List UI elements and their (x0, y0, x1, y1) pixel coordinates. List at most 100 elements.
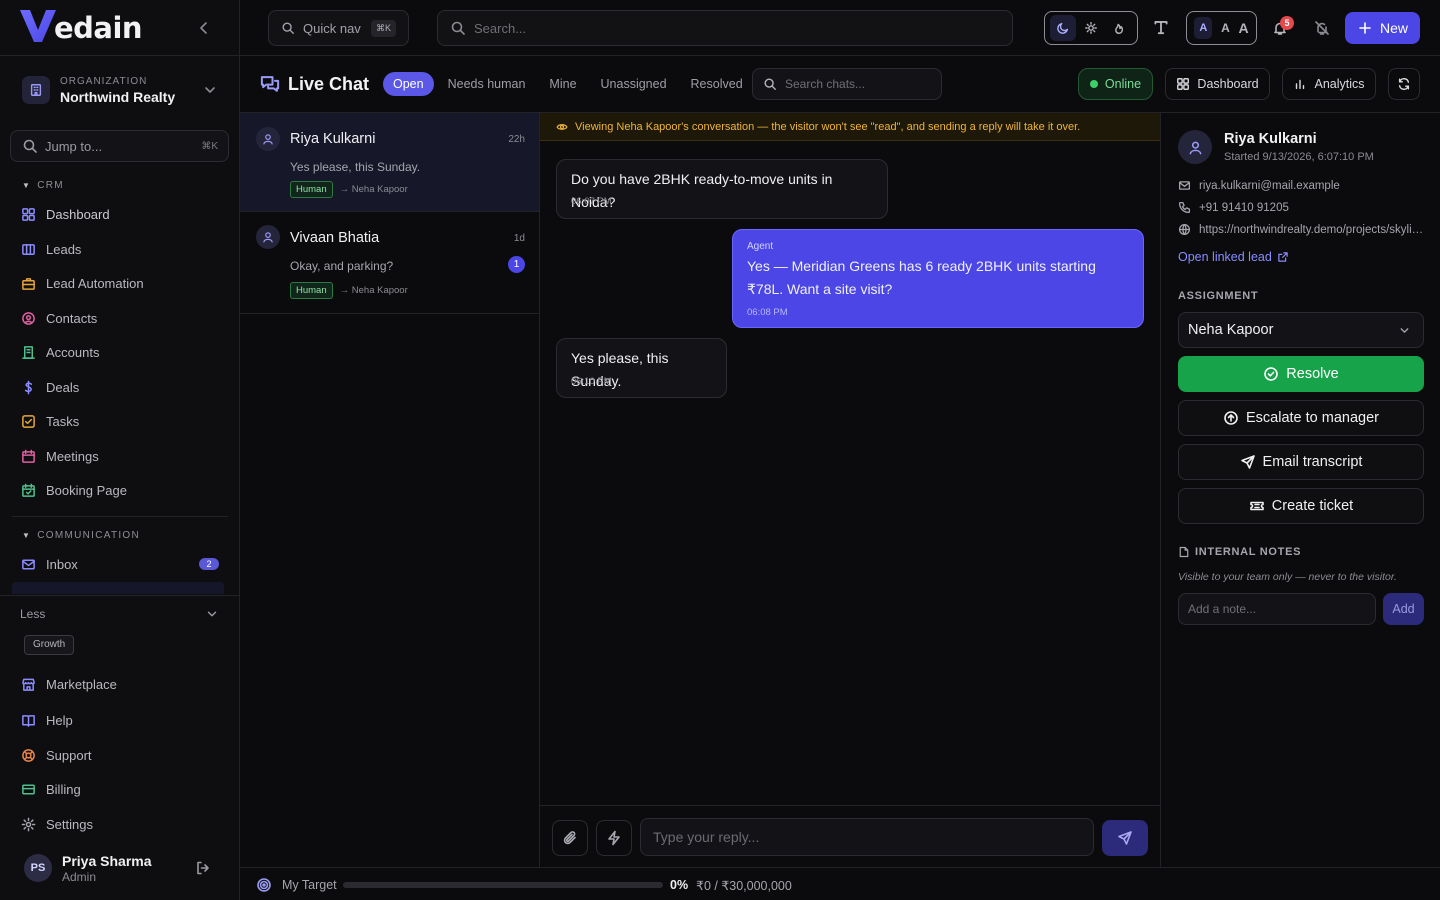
tab-needs-human[interactable]: Needs human (436, 72, 538, 96)
global-search-input[interactable] (474, 20, 974, 36)
reply-composer (540, 805, 1160, 867)
chevron-down-icon (202, 82, 218, 98)
growth-tag: Growth (24, 635, 75, 655)
chat-search-input[interactable] (785, 77, 935, 91)
crm-section-header[interactable]: ▼ CRM (22, 180, 64, 191)
attach-button[interactable] (552, 820, 588, 856)
sidebar-item-billing[interactable]: Billing (10, 773, 229, 805)
sidebar-item-contacts[interactable]: Contacts (10, 302, 229, 334)
chat-bubbles-icon (260, 74, 280, 94)
logo[interactable]: edain (18, 6, 143, 46)
conversation-item[interactable]: Riya Kulkarni 22h Yes please, this Sunda… (240, 113, 539, 212)
text-size-large[interactable]: A (1239, 20, 1249, 36)
assignee-label: → Neha Kapoor (339, 285, 408, 296)
target-amount: ₹0 / ₹30,000,000 (696, 879, 792, 893)
sidebar-item-inbox[interactable]: Inbox 2 (10, 548, 229, 580)
reply-input[interactable] (640, 818, 1094, 856)
text-style-icon[interactable] (1152, 18, 1170, 36)
logo-text: edain (54, 11, 143, 45)
sidebar-item-leads[interactable]: Leads (10, 233, 229, 265)
user-icon (256, 225, 280, 249)
resolve-button[interactable]: Resolve (1178, 356, 1424, 392)
conversation-item[interactable]: Vivaan Bhatia 1d Okay, and parking? 1 Hu… (240, 212, 539, 314)
tab-open[interactable]: Open (383, 72, 434, 96)
search-icon (23, 139, 37, 153)
tab-unassigned[interactable]: Unassigned (589, 72, 679, 96)
sun-icon[interactable] (1078, 15, 1104, 41)
logout-icon[interactable] (195, 860, 211, 876)
refresh-button[interactable] (1388, 68, 1420, 100)
chat-search[interactable] (752, 68, 942, 100)
avatar: PS (24, 854, 52, 882)
sidebar-item-deals[interactable]: Deals (10, 371, 229, 403)
open-linked-lead-link[interactable]: Open linked lead (1178, 250, 1289, 264)
sidebar-item-live-chat-partial[interactable] (12, 582, 224, 594)
sidebar-item-tasks[interactable]: Tasks (10, 405, 229, 437)
conversation-time: 22h (508, 134, 525, 145)
top-bar: Quick nav ⌘K A A A 5 New (240, 0, 1440, 56)
email-transcript-button[interactable]: Email transcript (1178, 444, 1424, 480)
tab-mine[interactable]: Mine (537, 72, 588, 96)
text-size-medium[interactable]: A (1221, 21, 1230, 35)
external-link-icon (1278, 252, 1288, 262)
sidebar-item-dashboard[interactable]: Dashboard (10, 198, 229, 230)
escalate-button[interactable]: Escalate to manager (1178, 400, 1424, 436)
sidebar-item-settings[interactable]: Settings (10, 808, 229, 840)
analytics-button[interactable]: Analytics (1282, 68, 1376, 100)
bell-off-icon[interactable] (1314, 20, 1330, 36)
collapse-sidebar-icon[interactable] (196, 20, 212, 36)
jump-to-input[interactable]: Jump to... ⌘K (10, 130, 229, 162)
notification-badge: 5 (1280, 16, 1294, 30)
conversation-name: Riya Kulkarni (290, 131, 376, 147)
message-bubble-incoming: Yes please, this Sunday. 06:10 PM (556, 338, 727, 398)
dashboard-button[interactable]: Dashboard (1165, 68, 1270, 100)
tab-resolved[interactable]: Resolved (679, 72, 755, 96)
triangle-down-icon: ▼ (22, 181, 32, 190)
assignee-select[interactable]: Neha Kapoor (1178, 312, 1424, 348)
visitor-phone: +91 91410 91205 (1178, 201, 1289, 214)
quick-reply-button[interactable] (596, 820, 632, 856)
sidebar-item-help[interactable]: Help (10, 704, 229, 736)
inbox-count-badge: 2 (199, 558, 219, 570)
sidebar-item-lead-automation[interactable]: Lead Automation (10, 267, 229, 299)
human-tag: Human (290, 282, 333, 299)
new-button[interactable]: New (1345, 12, 1420, 44)
sidebar-item-booking-page[interactable]: Booking Page (10, 474, 229, 506)
message-text: Do you have 2BHK ready-to-move units in … (571, 171, 833, 210)
online-status-toggle[interactable]: Online (1078, 68, 1153, 100)
file-icon (1179, 546, 1189, 558)
global-search[interactable] (437, 10, 1013, 46)
notes-hint: Visible to your team only — never to the… (1178, 571, 1397, 583)
user-icon (256, 127, 280, 151)
send-button[interactable] (1102, 820, 1148, 856)
search-icon (282, 22, 294, 34)
conversation-list: Riya Kulkarni 22h Yes please, this Sunda… (240, 113, 540, 867)
paperclip-icon (563, 831, 576, 845)
text-size-small[interactable]: A (1194, 17, 1213, 39)
org-switcher[interactable]: ORGANIZATION Northwind Realty (10, 66, 230, 114)
building-icon (22, 345, 35, 359)
sidebar-item-accounts[interactable]: Accounts (10, 336, 229, 368)
chat-header: Live Chat Open Needs human Mine Unassign… (240, 56, 1440, 113)
quick-nav-button[interactable]: Quick nav ⌘K (268, 10, 409, 46)
conversation-name: Vivaan Bhatia (290, 230, 380, 246)
sidebar-item-support[interactable]: Support (10, 739, 229, 771)
add-note-button[interactable]: Add (1383, 593, 1424, 625)
target-percent: 0% (670, 878, 689, 892)
flame-icon[interactable] (1106, 15, 1132, 41)
communication-section-header[interactable]: ▼ COMMUNICATION (22, 530, 140, 541)
less-toggle[interactable]: Less (0, 595, 239, 631)
columns-icon (22, 243, 35, 255)
sidebar-item-meetings[interactable]: Meetings (10, 440, 229, 472)
user-profile[interactable]: PS Priya Sharma Admin (0, 844, 239, 892)
logo-row: edain (0, 0, 239, 56)
moon-icon[interactable] (1050, 15, 1076, 41)
search-icon (764, 78, 776, 90)
sidebar-item-marketplace[interactable]: Marketplace (10, 668, 229, 700)
send-icon (1118, 831, 1132, 845)
note-input[interactable] (1178, 593, 1376, 625)
phone-icon (1178, 201, 1191, 214)
conversation-preview: Okay, and parking? (290, 259, 394, 273)
create-ticket-button[interactable]: Create ticket (1178, 488, 1424, 524)
target-icon (256, 877, 272, 893)
